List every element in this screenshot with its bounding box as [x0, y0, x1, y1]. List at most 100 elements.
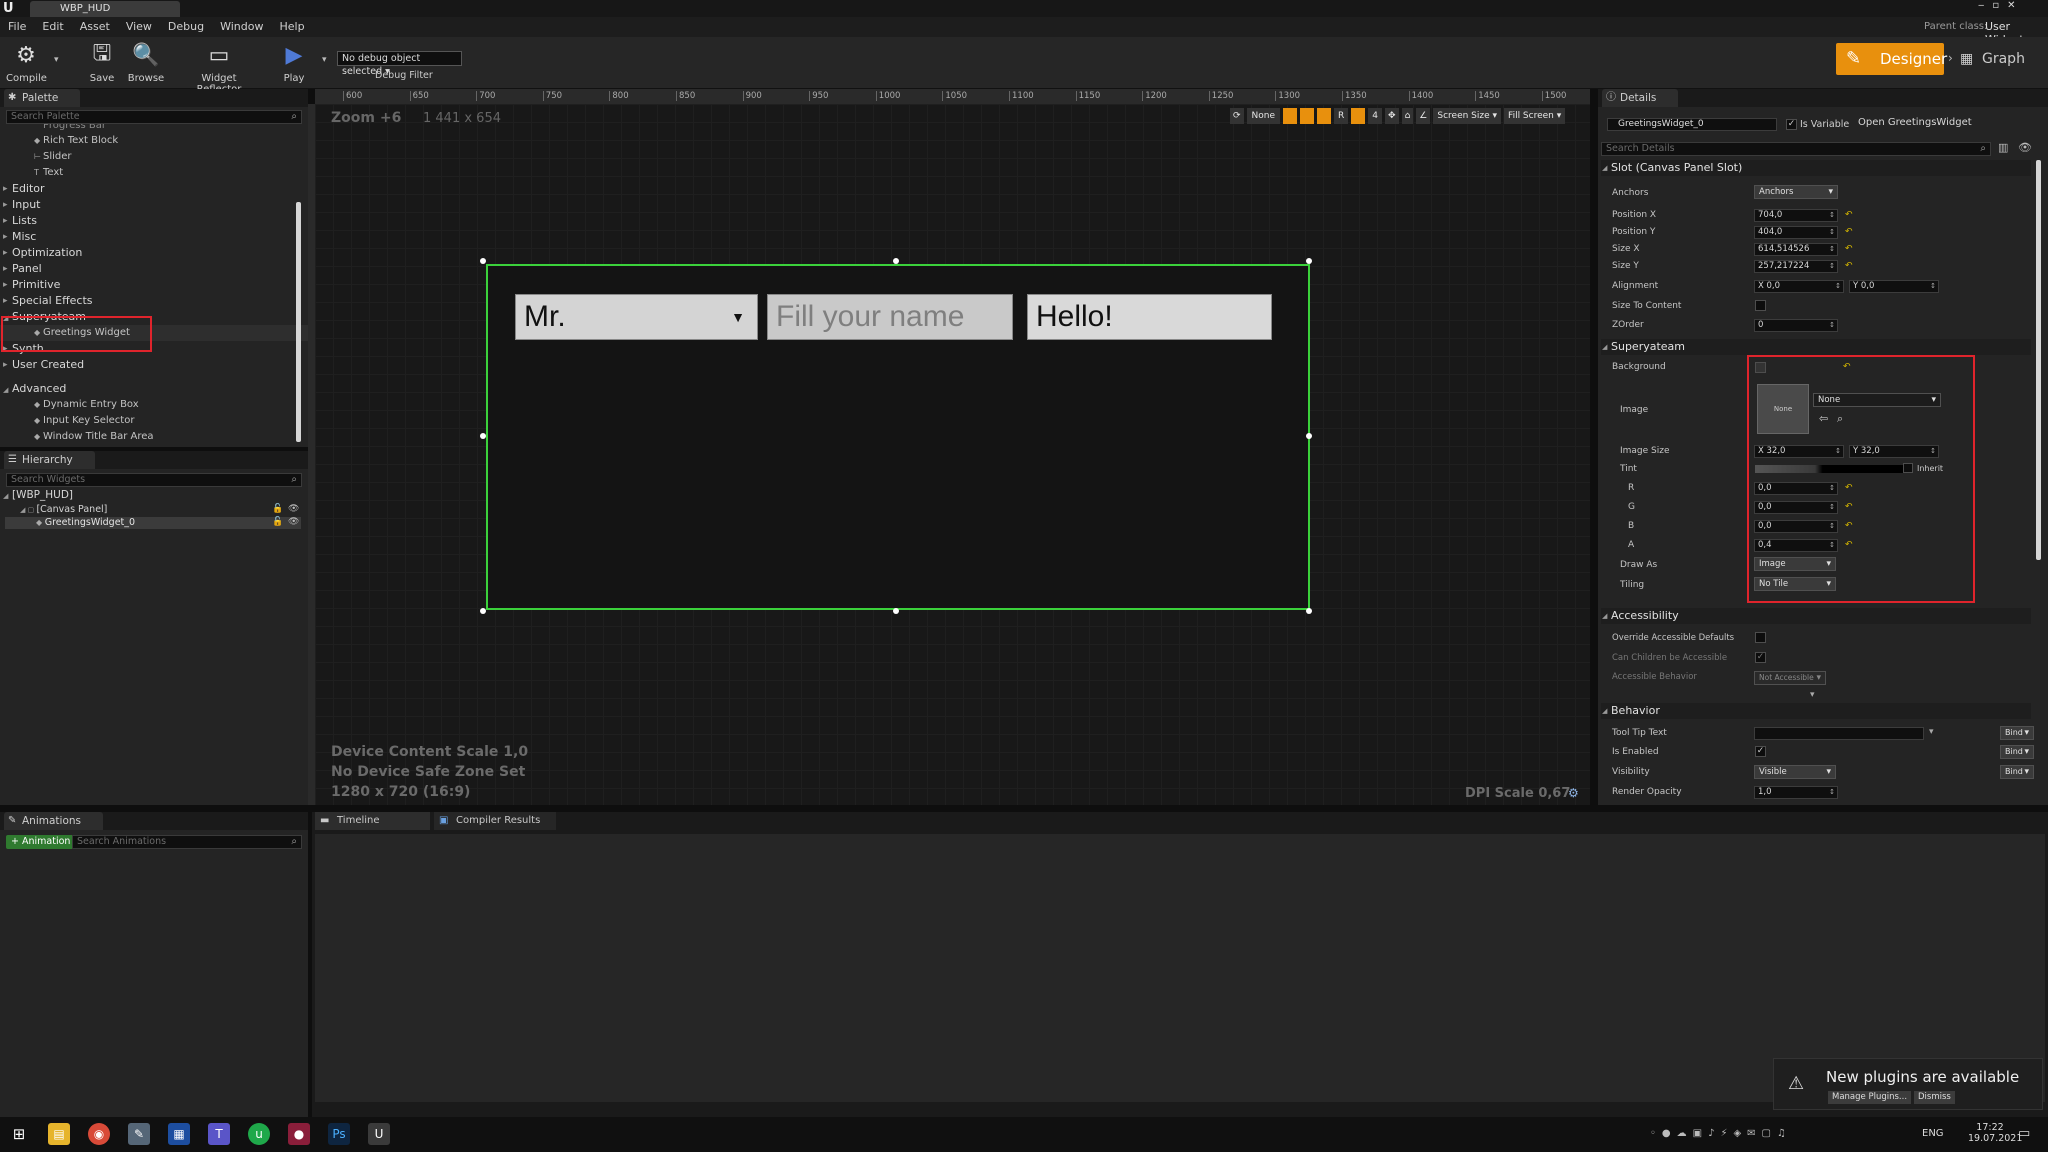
resize-handle[interactable] [480, 433, 486, 439]
palette-scrollbar[interactable] [296, 202, 301, 442]
lock-icon[interactable]: 🔓 [272, 517, 283, 527]
photoshop-icon[interactable]: Ps [328, 1123, 350, 1145]
menu-debug[interactable]: Debug [160, 17, 212, 37]
reset-icon[interactable]: ↶ [1845, 261, 1853, 271]
notifications-icon[interactable]: ▭ [2018, 1126, 2030, 1141]
notes-icon[interactable]: ✎ [128, 1123, 150, 1145]
menu-file[interactable]: File [0, 17, 34, 37]
hierarchy-greetings-widget[interactable]: ◆ GreetingsWidget_0 [36, 517, 135, 528]
palette-category-user-created[interactable]: User Created [0, 357, 308, 373]
reset-icon[interactable]: ↶ [1845, 210, 1853, 220]
document-tab[interactable]: WBP_HUD [30, 1, 180, 17]
clock[interactable]: 17:22 19.07.2021 [1968, 1122, 2022, 1144]
browse-button[interactable]: 🔍 Browse [124, 40, 168, 85]
accessibility-section[interactable]: Accessibility [1601, 608, 2031, 624]
is-enabled-bind-button[interactable]: Bind [2000, 745, 2034, 759]
snap-toggle-icon[interactable] [1351, 108, 1366, 124]
visibility-dropdown[interactable]: Visible [1754, 765, 1836, 779]
palette-item-text[interactable]: T Text [0, 165, 308, 181]
timeline-tab[interactable]: ▬ Timeline [315, 812, 430, 830]
eye-icon[interactable]: 👁 [288, 517, 299, 527]
play-button[interactable]: ▶ Play [274, 40, 314, 85]
palette-item-rich-text[interactable]: ◆ Rich Text Block [0, 133, 308, 149]
reset-icon[interactable]: ↶ [1845, 244, 1853, 254]
open-widget-button[interactable]: Open GreetingsWidget [1858, 117, 1972, 128]
menu-window[interactable]: Window [212, 17, 271, 37]
grid-view-icon[interactable]: ▥ [1998, 141, 2008, 154]
palette-category-misc[interactable]: Misc [0, 229, 308, 245]
hierarchy-root[interactable]: [WBP_HUD] [0, 489, 308, 503]
palette-category-input[interactable]: Input [0, 197, 308, 213]
outline-toggle-icon[interactable] [1283, 108, 1298, 124]
widget-name-field[interactable]: GreetingsWidget_0 [1607, 118, 1777, 131]
is-enabled-checkbox[interactable]: ✓ [1755, 746, 1766, 757]
palette-search-input[interactable]: Search Palette ⌕ [6, 110, 302, 124]
four-button[interactable]: 4 [1368, 108, 1383, 124]
zorder-field[interactable]: 0 ↕ [1754, 319, 1838, 332]
none-button[interactable]: None [1246, 108, 1281, 124]
palette-item-slider[interactable]: ⊢ Slider [0, 149, 308, 165]
palette-category-lists[interactable]: Lists [0, 213, 308, 229]
start-menu-icon[interactable]: ⊞ [8, 1123, 30, 1145]
override-accessible-checkbox[interactable] [1755, 632, 1766, 643]
fill-screen-dropdown[interactable]: Fill Screen ▾ [1504, 108, 1566, 124]
chrome-icon[interactable]: ◉ [88, 1123, 110, 1145]
compile-options-chevron-icon[interactable]: ▾ [54, 55, 59, 65]
palette-category-special-effects[interactable]: Special Effects [0, 293, 308, 309]
resize-handle[interactable] [480, 258, 486, 264]
details-search-input[interactable]: Search Details ⌕ [1601, 142, 1991, 156]
layout-icon[interactable]: ⌂ [1401, 108, 1414, 124]
system-tray-icons[interactable]: ◦●☁▣♪⚡◈✉▢♫ [1650, 1128, 1792, 1139]
move-icon[interactable]: ✥ [1385, 108, 1399, 124]
anchors-dropdown[interactable]: Anchors [1754, 185, 1838, 199]
palette-category-advanced[interactable]: Advanced [0, 381, 290, 398]
accessible-behavior-dropdown[interactable]: Not Accessible [1754, 671, 1826, 685]
behavior-section[interactable]: Behavior [1601, 703, 2031, 719]
eye-icon[interactable]: 👁 [288, 504, 299, 514]
lock-icon[interactable]: 🔓 [272, 504, 283, 514]
menu-edit[interactable]: Edit [34, 17, 71, 37]
screen-size-dropdown[interactable]: Screen Size ▾ [1433, 108, 1502, 124]
grid-toggle-icon[interactable] [1317, 108, 1332, 124]
palette-category-editor[interactable]: Editor [0, 181, 308, 197]
menu-help[interactable]: Help [271, 17, 312, 37]
hierarchy-tab[interactable]: ☰ Hierarchy [4, 451, 95, 469]
file-explorer-icon[interactable]: ▤ [48, 1123, 70, 1145]
teams-icon[interactable]: T [208, 1123, 230, 1145]
dpi-settings-gear-icon[interactable]: ⚙ [1568, 786, 1579, 800]
language-indicator[interactable]: ENG [1922, 1128, 1944, 1139]
unreal-engine-icon[interactable]: U [368, 1123, 390, 1145]
widget-reflector-button[interactable]: ▭Widget Reflector [182, 40, 256, 96]
hierarchy-canvas-panel[interactable]: ◢ ▢ [Canvas Panel] [20, 504, 107, 515]
resize-handle[interactable] [1306, 608, 1312, 614]
palette-category-primitive[interactable]: Primitive [0, 277, 308, 293]
lock-toggle-icon[interactable] [1300, 108, 1315, 124]
palette-item-dynamic-entry-box[interactable]: ◆ Dynamic Entry Box [0, 397, 290, 413]
animations-tab[interactable]: ✎ Animations [4, 812, 104, 830]
tooltip-dropdown-chevron-icon[interactable]: ▾ [1929, 727, 1934, 737]
compiler-results-tab[interactable]: ▣ Compiler Results [434, 812, 556, 830]
palette-item-window-title-bar[interactable]: ◆ Window Title Bar Area [0, 429, 290, 445]
expand-advanced-chevron-icon[interactable]: ▾ [1810, 690, 1815, 700]
tooltip-field[interactable] [1754, 727, 1924, 740]
render-opacity-field[interactable]: 1,0 ↕ [1754, 786, 1838, 799]
is-variable-checkbox[interactable]: ✓ [1786, 119, 1797, 130]
slot-section[interactable]: Slot (Canvas Panel Slot) [1601, 160, 2031, 176]
palette-item-input-key-selector[interactable]: ◆ Input Key Selector [0, 413, 290, 429]
r-button[interactable]: R [1334, 108, 1349, 124]
graph-mode-button[interactable]: ▦ Graph [1960, 51, 2025, 67]
visibility-bind-button[interactable]: Bind [2000, 765, 2034, 779]
hello-button[interactable]: Hello! [1027, 294, 1272, 340]
alignment-y-field[interactable]: Y 0,0 ↕ [1849, 280, 1939, 293]
window-controls[interactable]: ‒▫✕ [1978, 0, 2024, 11]
compile-button[interactable]: ⚙ Compile [6, 40, 47, 85]
resize-handle[interactable] [1306, 258, 1312, 264]
palette-item-progress-bar[interactable]: Progress Bar [0, 124, 308, 133]
reset-icon[interactable]: ↶ [1845, 227, 1853, 237]
dismiss-button[interactable]: Dismiss [1914, 1091, 1955, 1104]
resize-handle[interactable] [1306, 433, 1312, 439]
refresh-icon[interactable]: ⟳ [1230, 108, 1244, 124]
manage-plugins-button[interactable]: Manage Plugins... [1828, 1091, 1912, 1104]
palette-category-panel[interactable]: Panel [0, 261, 308, 277]
title-combo-box[interactable]: Mr. ▼ [515, 294, 758, 340]
